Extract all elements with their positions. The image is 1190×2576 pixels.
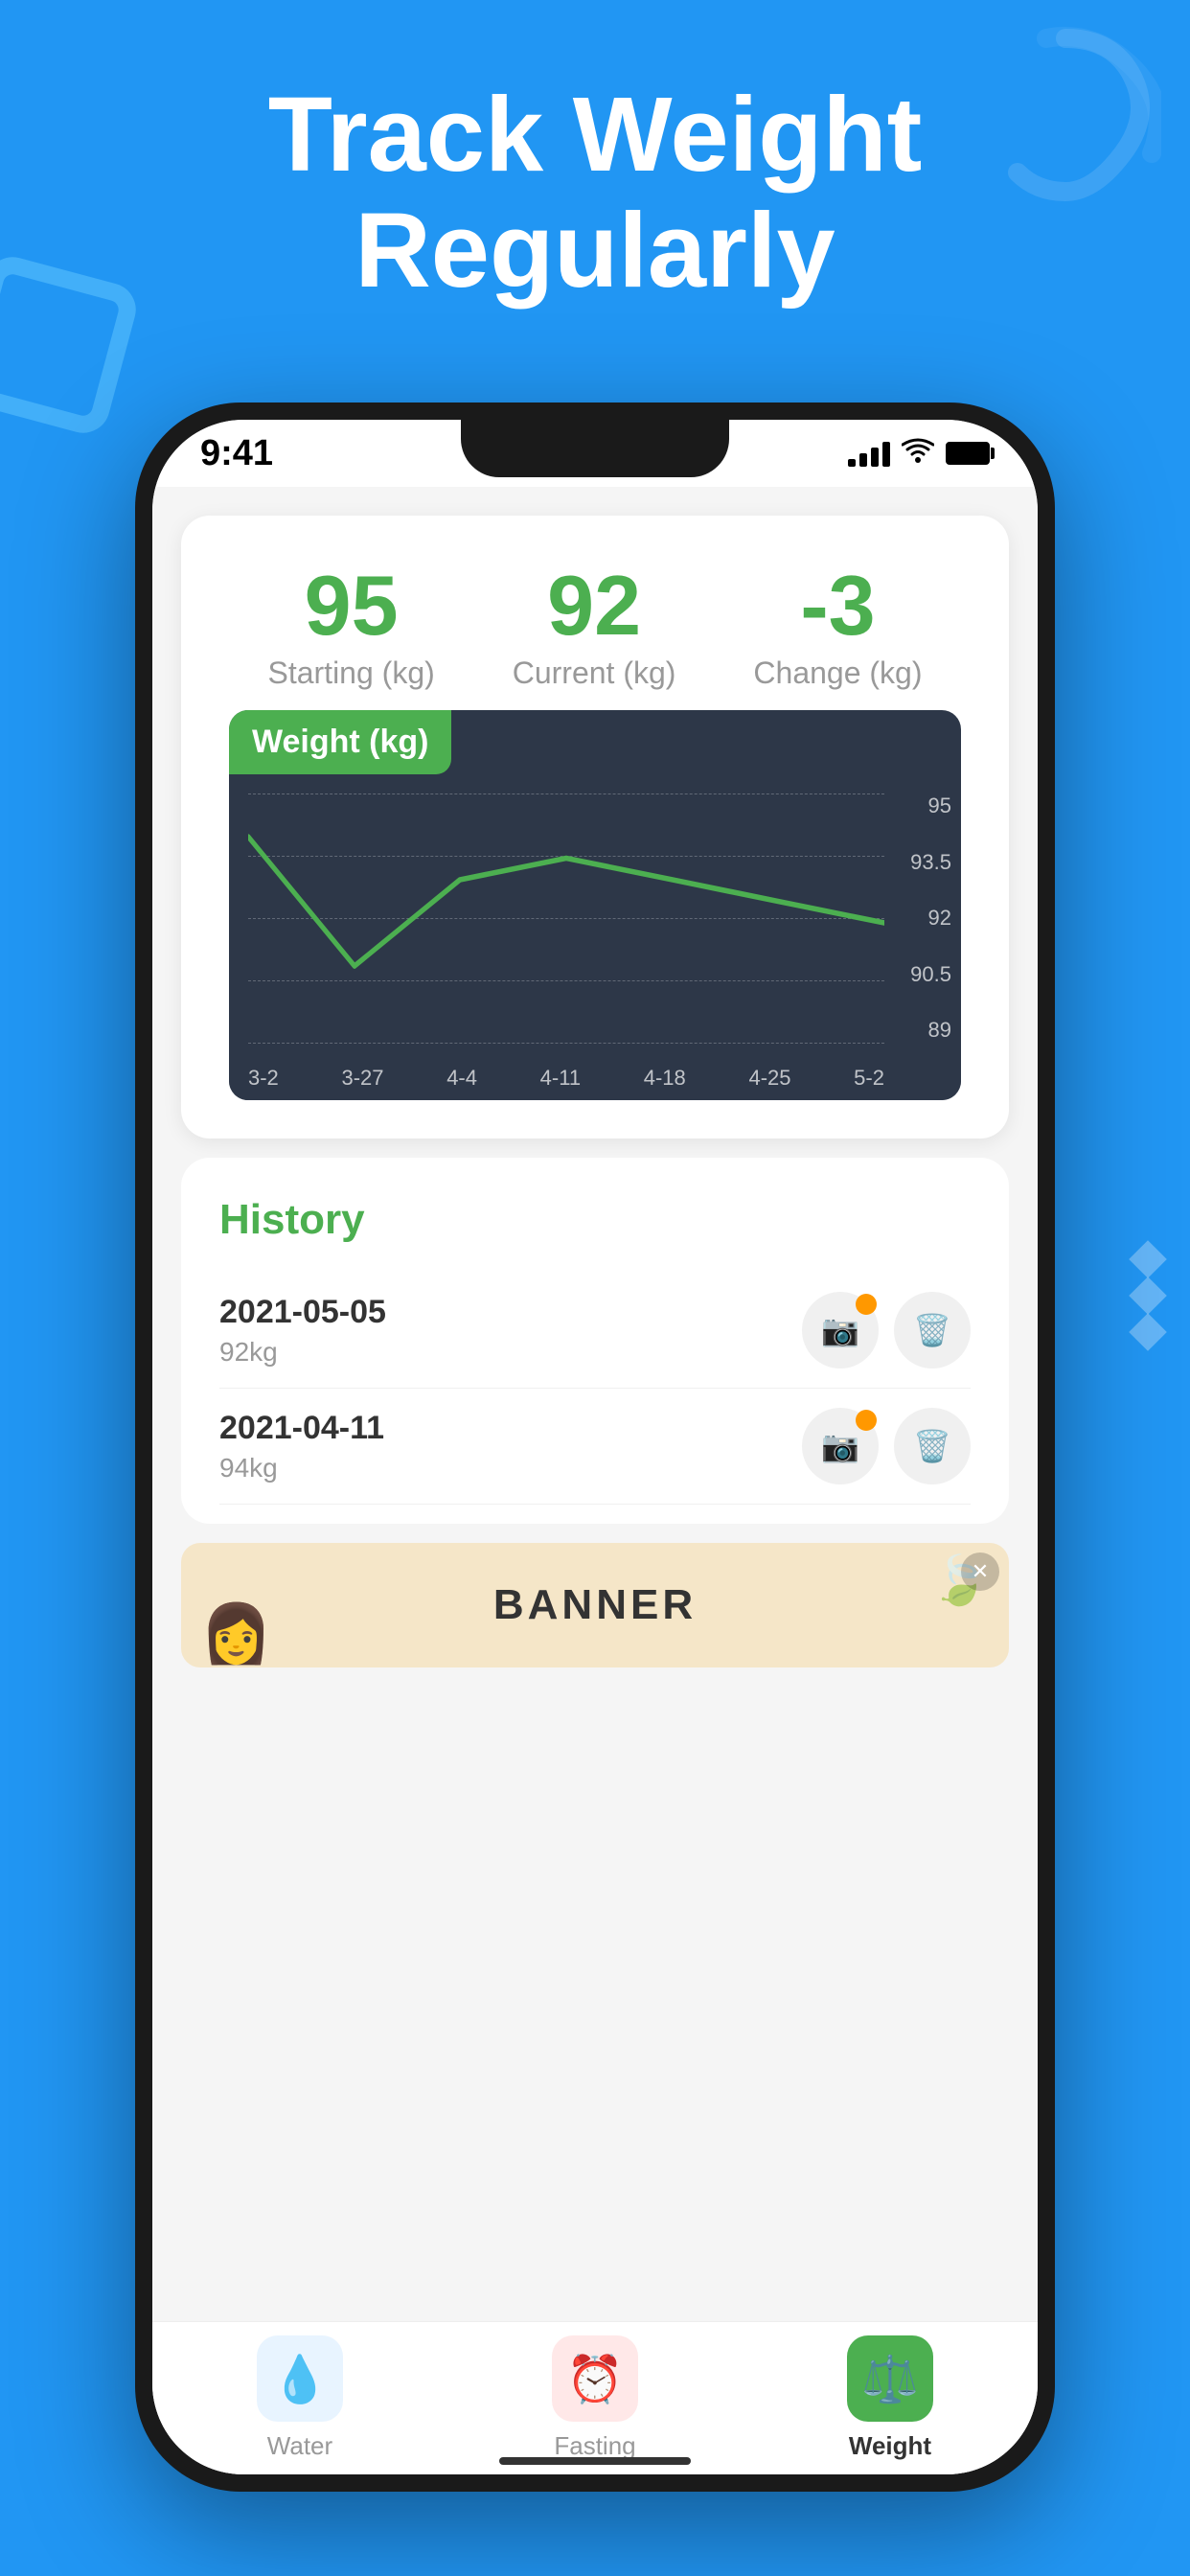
camera-icon-2: 📷	[821, 1428, 859, 1464]
weight-icon: ⚖️	[861, 2352, 919, 2406]
change-value: -3	[753, 564, 922, 648]
history-weight-2: 94kg	[219, 1453, 384, 1484]
weight-nav-icon-wrap: ⚖️	[847, 2335, 933, 2422]
status-icons	[848, 438, 990, 470]
delete-button-1[interactable]: 🗑️	[894, 1292, 971, 1368]
fasting-icon: ⏰	[566, 2352, 624, 2406]
history-actions-2: 📷 🗑️	[802, 1408, 971, 1484]
camera-button-1[interactable]: 📷	[802, 1292, 879, 1368]
nav-label-weight: Weight	[849, 2431, 931, 2461]
phone-screen: 9:41	[152, 420, 1038, 2474]
camera-icon-1: 📷	[821, 1312, 859, 1348]
badge-1	[856, 1294, 877, 1315]
history-title: History	[219, 1196, 971, 1244]
current-label: Current (kg)	[513, 656, 676, 691]
banner-text: BANNER	[493, 1581, 697, 1629]
promo-banner[interactable]: 👩 BANNER 🍃 ✕	[181, 1543, 1009, 1668]
water-nav-icon-wrap: 💧	[257, 2335, 343, 2422]
x-label-4-11: 4-11	[540, 1066, 581, 1091]
y-label-93-5: 93.5	[910, 850, 951, 875]
trash-icon-1: 🗑️	[913, 1312, 951, 1348]
history-item-info-2: 2021-04-11 94kg	[219, 1410, 384, 1484]
x-label-3-27: 3-27	[341, 1066, 383, 1091]
starting-stat: 95 Starting (kg)	[267, 564, 434, 691]
x-label-4-25: 4-25	[748, 1066, 790, 1091]
trash-icon-2: 🗑️	[913, 1428, 951, 1464]
chart-header: Weight (kg)	[229, 710, 451, 774]
x-label-3-2: 3-2	[248, 1066, 279, 1091]
history-actions-1: 📷 🗑️	[802, 1292, 971, 1368]
banner-girl-icon: 👩	[200, 1599, 272, 1668]
status-time: 9:41	[200, 433, 273, 474]
stats-card: 95 Starting (kg) 92 Current (kg) -3 Chan…	[181, 516, 1009, 1138]
y-label-95: 95	[910, 794, 951, 818]
phone-mockup: 9:41	[135, 402, 1055, 2492]
signal-icon	[848, 440, 890, 467]
fasting-nav-icon-wrap: ⏰	[552, 2335, 638, 2422]
home-indicator	[499, 2457, 691, 2465]
starting-label: Starting (kg)	[267, 656, 434, 691]
history-date-2: 2021-04-11	[219, 1410, 384, 1447]
history-section: History 2021-05-05 92kg 📷 🗑️	[181, 1158, 1009, 1524]
x-label-5-2: 5-2	[854, 1066, 884, 1091]
y-axis-labels: 95 93.5 92 90.5 89	[910, 794, 951, 1043]
water-icon: 💧	[271, 2352, 329, 2406]
stats-row: 95 Starting (kg) 92 Current (kg) -3 Chan…	[229, 564, 961, 691]
camera-button-2[interactable]: 📷	[802, 1408, 879, 1484]
wifi-icon	[902, 438, 934, 470]
nav-item-water[interactable]: 💧 Water	[257, 2335, 343, 2461]
bg-diamonds	[1134, 1246, 1161, 1346]
x-label-4-4: 4-4	[446, 1066, 477, 1091]
delete-button-2[interactable]: 🗑️	[894, 1408, 971, 1484]
chart-body: 95 93.5 92 90.5 89 3-2 3-27 4-4 4-11	[229, 774, 961, 1100]
bottom-navigation: 💧 Water ⏰ Fasting ⚖️ Weight	[152, 2321, 1038, 2474]
chart-svg	[248, 794, 884, 1052]
nav-item-fasting[interactable]: ⏰ Fasting	[552, 2335, 638, 2461]
screen-content: 95 Starting (kg) 92 Current (kg) -3 Chan…	[152, 487, 1038, 2474]
banner-close-button[interactable]: ✕	[961, 1552, 999, 1591]
hero-title: Track Weight Regularly	[0, 77, 1190, 309]
chart-title: Weight (kg)	[252, 724, 428, 760]
history-date-1: 2021-05-05	[219, 1294, 386, 1331]
badge-2	[856, 1410, 877, 1431]
current-value: 92	[513, 564, 676, 648]
nav-item-weight[interactable]: ⚖️ Weight	[847, 2335, 933, 2461]
battery-icon	[946, 442, 990, 465]
starting-value: 95	[267, 564, 434, 648]
x-axis-labels: 3-2 3-27 4-4 4-11 4-18 4-25 5-2	[248, 1066, 884, 1091]
history-item[interactable]: 2021-05-05 92kg 📷 🗑️	[219, 1273, 971, 1389]
history-weight-1: 92kg	[219, 1337, 386, 1368]
y-label-92: 92	[910, 906, 951, 931]
nav-label-water: Water	[267, 2431, 332, 2461]
change-label: Change (kg)	[753, 656, 922, 691]
y-label-90-5: 90.5	[910, 962, 951, 987]
history-item-info: 2021-05-05 92kg	[219, 1294, 386, 1368]
weight-chart: Weight (kg)	[229, 710, 961, 1100]
y-label-89: 89	[910, 1018, 951, 1043]
change-stat: -3 Change (kg)	[753, 564, 922, 691]
phone-notch	[461, 420, 729, 477]
history-item-2[interactable]: 2021-04-11 94kg 📷 🗑️	[219, 1389, 971, 1505]
current-stat: 92 Current (kg)	[513, 564, 676, 691]
x-label-4-18: 4-18	[644, 1066, 686, 1091]
